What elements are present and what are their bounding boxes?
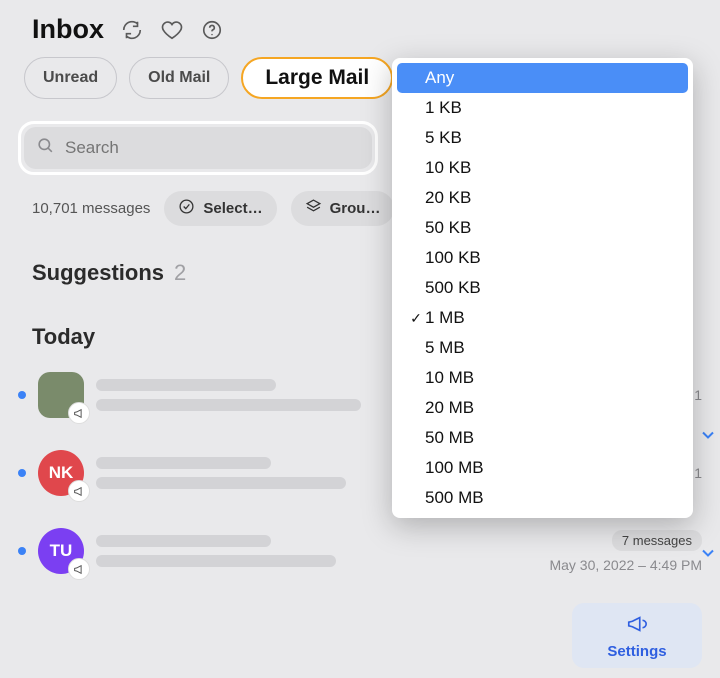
size-option[interactable]: 5 KB bbox=[397, 123, 688, 153]
size-option-label: 500 KB bbox=[425, 278, 481, 298]
settings-button[interactable]: Settings bbox=[572, 603, 702, 668]
size-option-label: 10 KB bbox=[425, 158, 471, 178]
item-meta: 7 messages May 30, 2022 – 4:49 PM bbox=[549, 530, 702, 573]
megaphone-icon bbox=[68, 480, 90, 502]
search-container bbox=[18, 121, 378, 175]
filter-large-mail[interactable]: Large Mail bbox=[241, 57, 393, 99]
size-option-label: 20 KB bbox=[425, 188, 471, 208]
today-heading: Today bbox=[32, 324, 95, 350]
size-option-label: 500 MB bbox=[425, 488, 484, 508]
size-option[interactable]: 50 MB bbox=[397, 423, 688, 453]
refresh-icon[interactable] bbox=[120, 18, 144, 42]
size-option[interactable]: ✓1 MB bbox=[397, 303, 688, 333]
size-option[interactable]: 50 KB bbox=[397, 213, 688, 243]
megaphone-icon bbox=[626, 613, 648, 639]
size-option-label: Any bbox=[425, 68, 454, 88]
avatar bbox=[38, 372, 84, 418]
unread-dot bbox=[18, 547, 26, 555]
size-option[interactable]: Any bbox=[397, 63, 688, 93]
item-preview bbox=[96, 535, 537, 567]
group-button[interactable]: Grou… bbox=[291, 191, 395, 226]
select-label: Select… bbox=[203, 200, 262, 217]
suggestions-count: 2 bbox=[174, 260, 186, 286]
size-option-label: 100 KB bbox=[425, 248, 481, 268]
size-option-label: 50 KB bbox=[425, 218, 471, 238]
size-option[interactable]: 20 KB bbox=[397, 183, 688, 213]
size-option[interactable]: 100 MB bbox=[397, 453, 688, 483]
message-count: 10,701 messages bbox=[32, 200, 150, 217]
select-button[interactable]: Select… bbox=[164, 191, 276, 226]
search-input[interactable] bbox=[65, 138, 360, 158]
size-option[interactable]: 100 KB bbox=[397, 243, 688, 273]
size-dropdown-menu[interactable]: Any1 KB5 KB10 KB20 KB50 KB100 KB500 KB✓1… bbox=[392, 58, 693, 518]
thread-count: 7 messages bbox=[612, 530, 702, 551]
layers-icon bbox=[305, 198, 322, 219]
help-icon[interactable] bbox=[200, 18, 224, 42]
unread-dot bbox=[18, 391, 26, 399]
expand-chevron-icon[interactable] bbox=[698, 425, 718, 450]
size-option[interactable]: 20 MB bbox=[397, 393, 688, 423]
check-circle-icon bbox=[178, 198, 195, 219]
list-item[interactable]: TU 7 messages May 30, 2022 – 4:49 PM bbox=[0, 512, 720, 590]
filter-unread[interactable]: Unread bbox=[24, 57, 117, 99]
megaphone-icon bbox=[68, 402, 90, 424]
size-option-label: 100 MB bbox=[425, 458, 484, 478]
size-option-label: 20 MB bbox=[425, 398, 474, 418]
avatar: TU bbox=[38, 528, 84, 574]
size-option-label: 1 KB bbox=[425, 98, 462, 118]
size-option-label: 10 MB bbox=[425, 368, 474, 388]
suggestions-heading: Suggestions bbox=[32, 260, 164, 286]
expand-chevron-icon[interactable] bbox=[698, 543, 718, 568]
size-option[interactable]: 500 KB bbox=[397, 273, 688, 303]
size-option[interactable]: 5 MB bbox=[397, 333, 688, 363]
avatar: NK bbox=[38, 450, 84, 496]
item-date: May 30, 2022 – 4:49 PM bbox=[549, 557, 702, 573]
size-option[interactable]: 10 KB bbox=[397, 153, 688, 183]
group-label: Grou… bbox=[330, 200, 381, 217]
size-option[interactable]: 10 MB bbox=[397, 363, 688, 393]
size-option-label: 50 MB bbox=[425, 428, 474, 448]
settings-label: Settings bbox=[607, 643, 666, 660]
size-option-label: 5 MB bbox=[425, 338, 465, 358]
size-option[interactable]: 1 KB bbox=[397, 93, 688, 123]
size-option[interactable]: 500 MB bbox=[397, 483, 688, 513]
size-option-label: 1 MB bbox=[425, 308, 465, 328]
filter-old-mail[interactable]: Old Mail bbox=[129, 57, 229, 99]
heart-icon[interactable] bbox=[160, 18, 184, 42]
checkmark-icon: ✓ bbox=[407, 310, 425, 327]
unread-dot bbox=[18, 469, 26, 477]
search-icon bbox=[36, 136, 55, 160]
megaphone-icon bbox=[68, 558, 90, 580]
page-title: Inbox bbox=[32, 14, 104, 45]
size-option-label: 5 KB bbox=[425, 128, 462, 148]
